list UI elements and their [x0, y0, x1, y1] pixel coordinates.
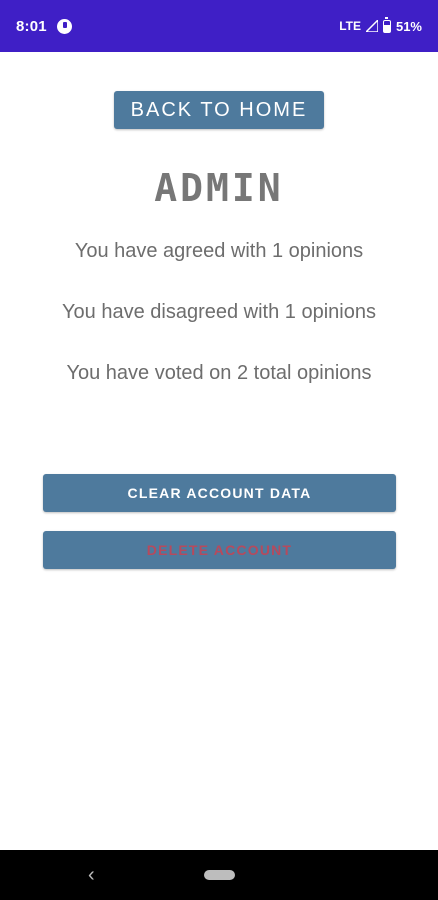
status-right: LTE 51%	[339, 16, 422, 34]
clear-account-data-button[interactable]: CLEAR ACCOUNT DATA	[43, 474, 396, 512]
navigation-bar: ‹	[0, 850, 438, 900]
back-to-home-button[interactable]: BACK TO HOME	[114, 91, 324, 129]
battery-percent: 51%	[395, 18, 422, 34]
status-time: 8:01	[16, 17, 47, 35]
nav-back-icon[interactable]: ‹	[88, 863, 95, 887]
notification-icon	[56, 18, 72, 34]
battery-icon	[382, 16, 391, 33]
nav-home-pill-icon[interactable]	[204, 870, 235, 880]
delete-account-button[interactable]: DELETE ACCOUNT	[43, 531, 396, 569]
status-bar: 8:01 LTE 51%	[0, 0, 438, 52]
status-left: 8:01	[16, 18, 72, 35]
signal-icon	[365, 20, 378, 32]
agreed-count-text: You have agreed with 1 opinions	[74, 240, 364, 262]
total-votes-text: You have voted on 2 total opinions	[66, 362, 372, 384]
network-label: LTE	[339, 19, 361, 33]
disagreed-count-text: You have disagreed with 1 opinions	[62, 301, 376, 323]
page-title: ADMIN	[154, 166, 284, 210]
